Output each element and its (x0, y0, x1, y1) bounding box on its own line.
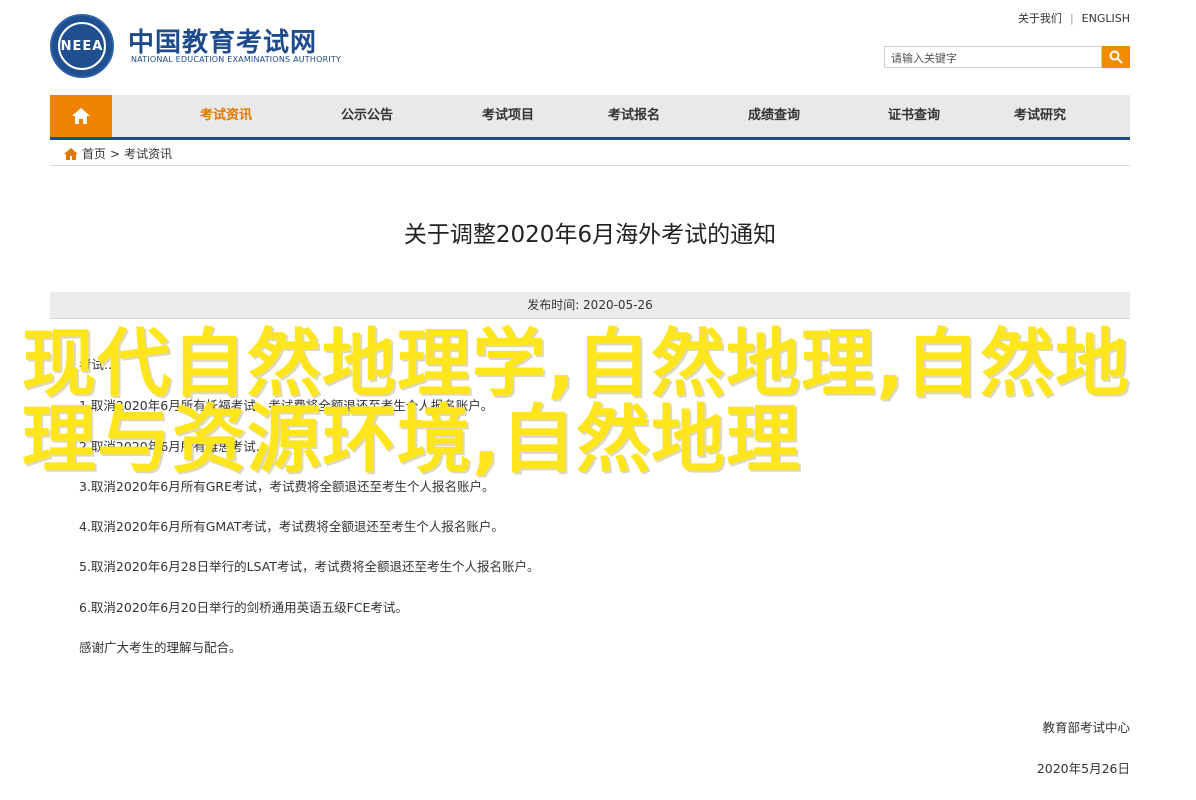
breadcrumb-current[interactable]: 考试资讯 (124, 145, 172, 162)
publish-date: 发布时间: 2020-05-26 (50, 292, 1130, 318)
logo-subtitle: NATIONAL EDUCATION EXAMINATIONS AUTHORIT… (131, 55, 342, 64)
breadcrumb-home-link[interactable]: 首页 (82, 145, 106, 162)
breadcrumb-divider (50, 165, 1130, 166)
english-link[interactable]: ENGLISH (1082, 12, 1130, 25)
article-item-6: 6.取消2020年6月20日举行的剑桥通用英语五级FCE考试。 (79, 600, 408, 615)
breadcrumb: 首页 > 考试资讯 (64, 145, 172, 162)
nav-item-exam-projects[interactable]: 考试项目 (453, 95, 563, 137)
search-icon (1109, 50, 1123, 64)
breadcrumb-separator: > (110, 146, 121, 161)
search-input[interactable]: 请输入关键字 (884, 46, 1102, 68)
top-links-divider: | (1069, 11, 1074, 25)
home-icon (64, 147, 78, 160)
logo-emblem-text: NEEA (58, 22, 106, 70)
signature-org: 教育部考试中心 (1042, 720, 1130, 735)
article-item-5: 5.取消2020年6月28日举行的LSAT考试，考试费将全额退还至考生个人报名账… (79, 559, 540, 574)
nav-item-registration[interactable]: 考试报名 (579, 95, 689, 137)
nav-home-button[interactable] (50, 95, 112, 137)
signature-date: 2020年5月26日 (1036, 761, 1130, 776)
top-links: 关于我们 | ENGLISH (1018, 10, 1130, 26)
article-thanks: 感谢广大考生的理解与配合。 (79, 640, 242, 655)
logo-title[interactable]: 中国教育考试网 (128, 22, 317, 59)
nav-item-certificates[interactable]: 证书查询 (859, 95, 969, 137)
article-title: 关于调整2020年6月海外考试的通知 (403, 222, 777, 248)
nav-item-scores[interactable]: 成绩查询 (719, 95, 829, 137)
logo-emblem[interactable]: NEEA (50, 14, 114, 78)
meta-divider (50, 318, 1130, 319)
article-item-4: 4.取消2020年6月所有GMAT考试，考试费将全额退还至考生个人报名账户。 (79, 519, 504, 534)
overlay-watermark-text: 现代自然地理学,自然地理,自然地理与资源环境,自然地理 (22, 321, 1131, 483)
nav-item-news[interactable]: 考试资讯 (171, 95, 281, 137)
nav-item-research[interactable]: 考试研究 (985, 95, 1095, 137)
about-link[interactable]: 关于我们 (1018, 10, 1062, 26)
home-icon (72, 108, 90, 124)
search-button[interactable] (1102, 46, 1130, 68)
nav-item-announcements[interactable]: 公示公告 (312, 95, 422, 137)
